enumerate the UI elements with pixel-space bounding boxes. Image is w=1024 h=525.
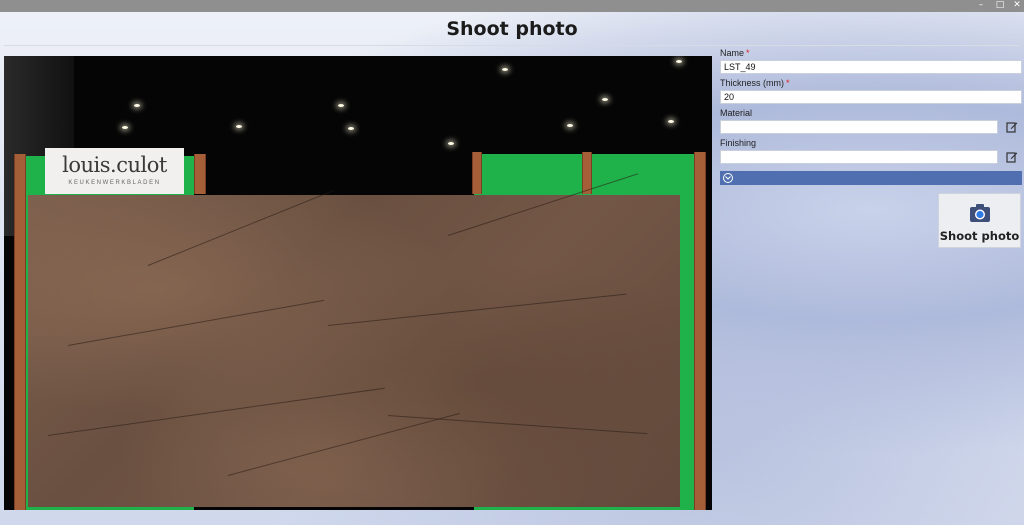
page-header: Shoot photo: [4, 12, 1020, 46]
edit-icon: [1006, 122, 1018, 133]
brand-logo: louis.culot KEUKENWERKBLADEN: [45, 148, 184, 194]
frame-post: [694, 152, 706, 510]
shoot-photo-button[interactable]: Shoot photo: [938, 193, 1021, 248]
slab-vein: [67, 299, 325, 346]
camera-preview: louis.culot KEUKENWERKBLADEN: [4, 56, 712, 510]
slab-vein: [227, 412, 460, 476]
advanced-options-expander[interactable]: [720, 171, 1022, 185]
title-bar: – □ ✕: [0, 0, 1024, 12]
ceiling-light: [236, 125, 242, 128]
name-input[interactable]: LST_49: [720, 60, 1022, 74]
ceiling-light: [448, 142, 454, 145]
name-label: Name *: [720, 48, 750, 58]
thickness-label: Thickness (mm) *: [720, 78, 790, 88]
ceiling-light: [348, 127, 354, 130]
slab-vein: [387, 415, 648, 435]
maximize-button[interactable]: □: [991, 0, 1009, 12]
slab-vein: [147, 190, 334, 266]
slab-vein: [327, 293, 627, 326]
finishing-edit-button[interactable]: [1004, 150, 1020, 164]
material-label: Material: [720, 108, 753, 118]
chevron-down-icon: [723, 173, 733, 183]
shoot-photo-label: Shoot photo: [939, 229, 1020, 243]
ceiling-light: [338, 104, 344, 107]
ceiling-light: [134, 104, 140, 107]
material-input[interactable]: [720, 120, 998, 134]
slab-vein: [47, 387, 385, 436]
ceiling-light: [602, 98, 608, 101]
camera-icon: [970, 204, 990, 222]
material-edit-button[interactable]: [1004, 120, 1020, 134]
stone-slab: [28, 173, 680, 507]
close-button[interactable]: ✕: [1008, 0, 1024, 12]
thickness-input[interactable]: 20: [720, 90, 1022, 104]
ceiling-light: [567, 124, 573, 127]
frame-post: [472, 152, 482, 194]
finishing-input[interactable]: [720, 150, 998, 164]
edit-icon: [1006, 152, 1018, 163]
page-title: Shoot photo: [446, 18, 578, 40]
ceiling-light: [502, 68, 508, 71]
minimize-button[interactable]: –: [972, 0, 990, 12]
frame-post: [194, 154, 206, 194]
ceiling-light: [122, 126, 128, 129]
required-marker: *: [786, 78, 790, 88]
logo-subtext: KEUKENWERKBLADEN: [68, 180, 161, 186]
frame-post: [14, 154, 26, 510]
logo-text: louis.culot: [62, 153, 167, 177]
required-marker: *: [746, 48, 750, 58]
ceiling-light: [668, 120, 674, 123]
finishing-label: Finishing: [720, 138, 757, 148]
ceiling-light: [676, 60, 682, 63]
